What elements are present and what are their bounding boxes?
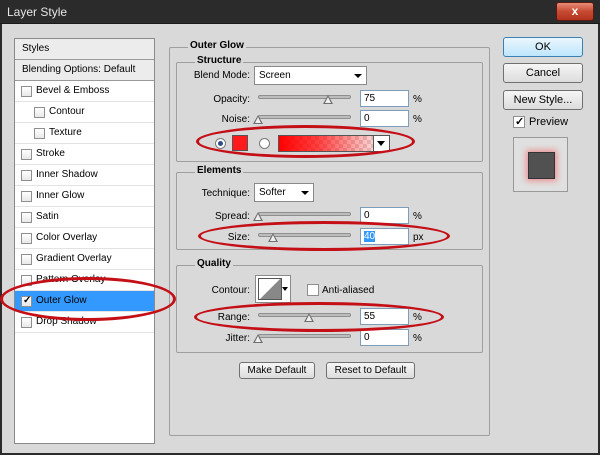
styles-header[interactable]: Styles bbox=[15, 39, 154, 60]
styles-header-label: Styles bbox=[22, 43, 50, 54]
window-title: Layer Style bbox=[7, 5, 68, 19]
spread-label: Spread: bbox=[214, 211, 250, 222]
opacity-field[interactable]: 75 bbox=[360, 90, 409, 107]
spread-slider-thumb[interactable] bbox=[253, 212, 263, 221]
chevron-down-icon bbox=[301, 191, 309, 195]
jitter-field[interactable]: 0 bbox=[360, 329, 409, 346]
styles-list-item[interactable]: Stroke bbox=[15, 144, 154, 165]
blending-options-item[interactable]: Blending Options: Default bbox=[15, 60, 154, 81]
blend-mode-label: Blend Mode: bbox=[193, 70, 250, 81]
new-style-button[interactable]: New Style... bbox=[503, 90, 583, 110]
chevron-down-icon[interactable] bbox=[282, 287, 288, 291]
styles-list-item[interactable]: Bevel & Emboss bbox=[15, 81, 154, 102]
opacity-slider-thumb[interactable] bbox=[322, 95, 333, 104]
style-item-label: Inner Glow bbox=[36, 190, 85, 201]
styles-list-item[interactable]: Color Overlay bbox=[15, 228, 154, 249]
ok-button[interactable]: OK bbox=[503, 37, 583, 57]
preview-thumbnail bbox=[513, 137, 568, 192]
contour-curve-icon bbox=[258, 278, 282, 300]
style-checkbox[interactable] bbox=[21, 191, 32, 202]
quality-title: Quality bbox=[195, 258, 233, 269]
style-item-label: Contour bbox=[49, 106, 85, 117]
contour-label: Contour: bbox=[211, 285, 250, 296]
spread-unit: % bbox=[413, 211, 422, 222]
contour-picker[interactable] bbox=[255, 275, 291, 303]
outer-glow-title: Outer Glow bbox=[188, 40, 246, 51]
opacity-unit: % bbox=[413, 94, 422, 105]
noise-unit: % bbox=[413, 114, 422, 125]
style-checkbox[interactable] bbox=[34, 128, 45, 139]
styles-list-item[interactable]: Contour bbox=[15, 102, 154, 123]
style-item-label: Gradient Overlay bbox=[36, 253, 112, 264]
blend-mode-value: Screen bbox=[259, 70, 291, 81]
structure-title: Structure bbox=[195, 55, 244, 66]
opacity-label: Opacity: bbox=[213, 94, 250, 105]
annotation-ellipse-outer-glow bbox=[0, 277, 176, 321]
style-checkbox[interactable] bbox=[34, 107, 45, 118]
noise-slider-thumb[interactable] bbox=[253, 115, 263, 124]
style-checkbox[interactable] bbox=[21, 170, 32, 181]
style-item-label: Stroke bbox=[36, 148, 65, 159]
styles-list-item[interactable]: Inner Glow bbox=[15, 186, 154, 207]
jitter-slider[interactable] bbox=[253, 330, 351, 344]
reset-to-default-button[interactable]: Reset to Default bbox=[326, 362, 415, 379]
annotation-ellipse-size bbox=[198, 221, 450, 251]
technique-value: Softer bbox=[259, 187, 286, 198]
close-button[interactable]: x bbox=[556, 2, 594, 21]
blending-options-label: Blending Options: Default bbox=[22, 64, 136, 75]
styles-list-item[interactable]: Texture bbox=[15, 123, 154, 144]
blend-mode-dropdown[interactable]: Screen bbox=[254, 66, 367, 85]
annotation-ellipse-color bbox=[196, 125, 415, 158]
noise-label: Noise: bbox=[221, 114, 250, 125]
style-checkbox[interactable] bbox=[21, 233, 32, 244]
styles-list-item[interactable]: Inner Shadow bbox=[15, 165, 154, 186]
noise-field[interactable]: 0 bbox=[360, 110, 409, 127]
annotation-ellipse-range bbox=[194, 302, 444, 332]
style-checkbox[interactable] bbox=[21, 254, 32, 265]
elements-title: Elements bbox=[195, 165, 244, 176]
styles-list-item[interactable]: Gradient Overlay bbox=[15, 249, 154, 270]
style-item-label: Color Overlay bbox=[36, 232, 98, 243]
style-item-label: Inner Shadow bbox=[36, 169, 98, 180]
jitter-slider-thumb[interactable] bbox=[253, 334, 263, 343]
jitter-unit: % bbox=[413, 333, 422, 344]
technique-dropdown[interactable]: Softer bbox=[254, 183, 314, 202]
cancel-button[interactable]: Cancel bbox=[503, 63, 583, 83]
preview-checkbox[interactable] bbox=[513, 115, 525, 128]
styles-list-item[interactable]: Satin bbox=[15, 207, 154, 228]
anti-aliased-checkbox[interactable] bbox=[307, 284, 319, 296]
jitter-label: Jitter: bbox=[225, 333, 250, 344]
style-checkbox[interactable] bbox=[21, 317, 32, 328]
preview-label: Preview bbox=[529, 116, 569, 128]
opacity-slider[interactable] bbox=[258, 91, 351, 105]
style-checkbox[interactable] bbox=[21, 212, 32, 223]
chevron-down-icon bbox=[354, 74, 362, 78]
style-checkbox[interactable] bbox=[21, 149, 32, 160]
style-item-label: Bevel & Emboss bbox=[36, 85, 110, 96]
anti-aliased-label: Anti-aliased bbox=[322, 285, 375, 296]
styles-list: Styles Blending Options: Default Bevel &… bbox=[14, 38, 155, 444]
make-default-button[interactable]: Make Default bbox=[239, 362, 315, 379]
style-item-label: Satin bbox=[36, 211, 59, 222]
spread-slider[interactable] bbox=[253, 208, 351, 222]
style-checkbox[interactable] bbox=[21, 86, 32, 97]
technique-label: Technique: bbox=[201, 188, 250, 199]
title-bar: Layer Style x bbox=[0, 0, 600, 24]
preview-swatch bbox=[528, 152, 555, 179]
noise-slider[interactable] bbox=[253, 111, 351, 125]
style-item-label: Texture bbox=[49, 127, 82, 138]
